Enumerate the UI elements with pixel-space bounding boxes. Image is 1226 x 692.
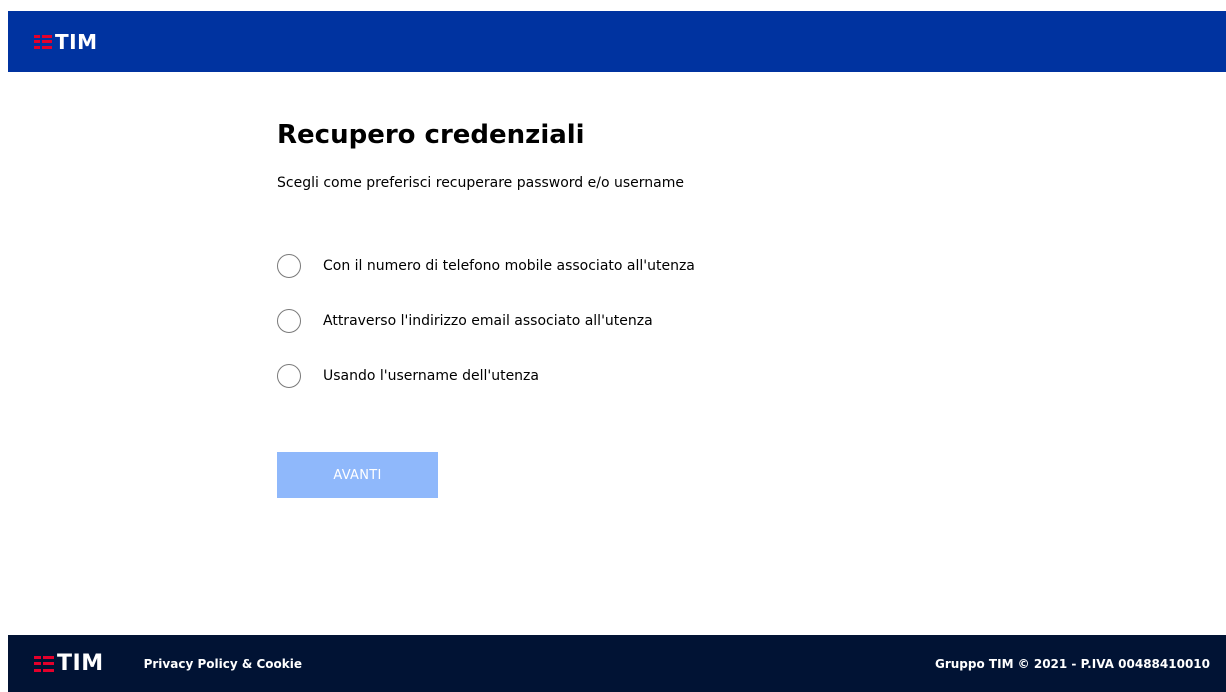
page: TIM Recupero credenziali Scegli come pre… [0, 0, 1226, 692]
header-bar: TIM [8, 11, 1226, 72]
option-label: Usando l'username dell'utenza [323, 368, 539, 384]
page-title: Recupero credenziali [277, 120, 585, 150]
tim-stripes-logo-icon [34, 34, 52, 49]
recovery-options: Con il numero di telefono mobile associa… [277, 254, 977, 388]
recovery-panel: Recupero credenziali Scegli come preferi… [277, 118, 977, 498]
privacy-policy-link[interactable]: Privacy Policy & Cookie [144, 657, 302, 671]
radio-unchecked-icon[interactable] [277, 309, 301, 333]
option-mobile-number[interactable]: Con il numero di telefono mobile associa… [277, 254, 977, 278]
page-subtitle: Scegli come preferisci recuperare passwo… [277, 175, 684, 191]
footer-tim-logo[interactable]: TIM [34, 652, 104, 676]
option-email-address[interactable]: Attraverso l'indirizzo email associato a… [277, 309, 977, 333]
logo-text: TIM [55, 29, 98, 54]
option-label: Con il numero di telefono mobile associa… [323, 258, 695, 274]
option-username[interactable]: Usando l'username dell'utenza [277, 364, 977, 388]
tim-logo[interactable]: TIM [34, 31, 98, 53]
copyright-text: Gruppo TIM © 2021 - P.IVA 00488410010 [935, 656, 1210, 671]
logo-text: TIM [57, 650, 104, 676]
option-label: Attraverso l'indirizzo email associato a… [323, 313, 653, 329]
radio-unchecked-icon[interactable] [277, 254, 301, 278]
next-button[interactable]: AVANTI [277, 452, 438, 498]
footer-bar: TIM Privacy Policy & Cookie Gruppo TIM ©… [8, 635, 1226, 692]
tim-stripes-logo-icon [34, 655, 54, 672]
radio-unchecked-icon[interactable] [277, 364, 301, 388]
